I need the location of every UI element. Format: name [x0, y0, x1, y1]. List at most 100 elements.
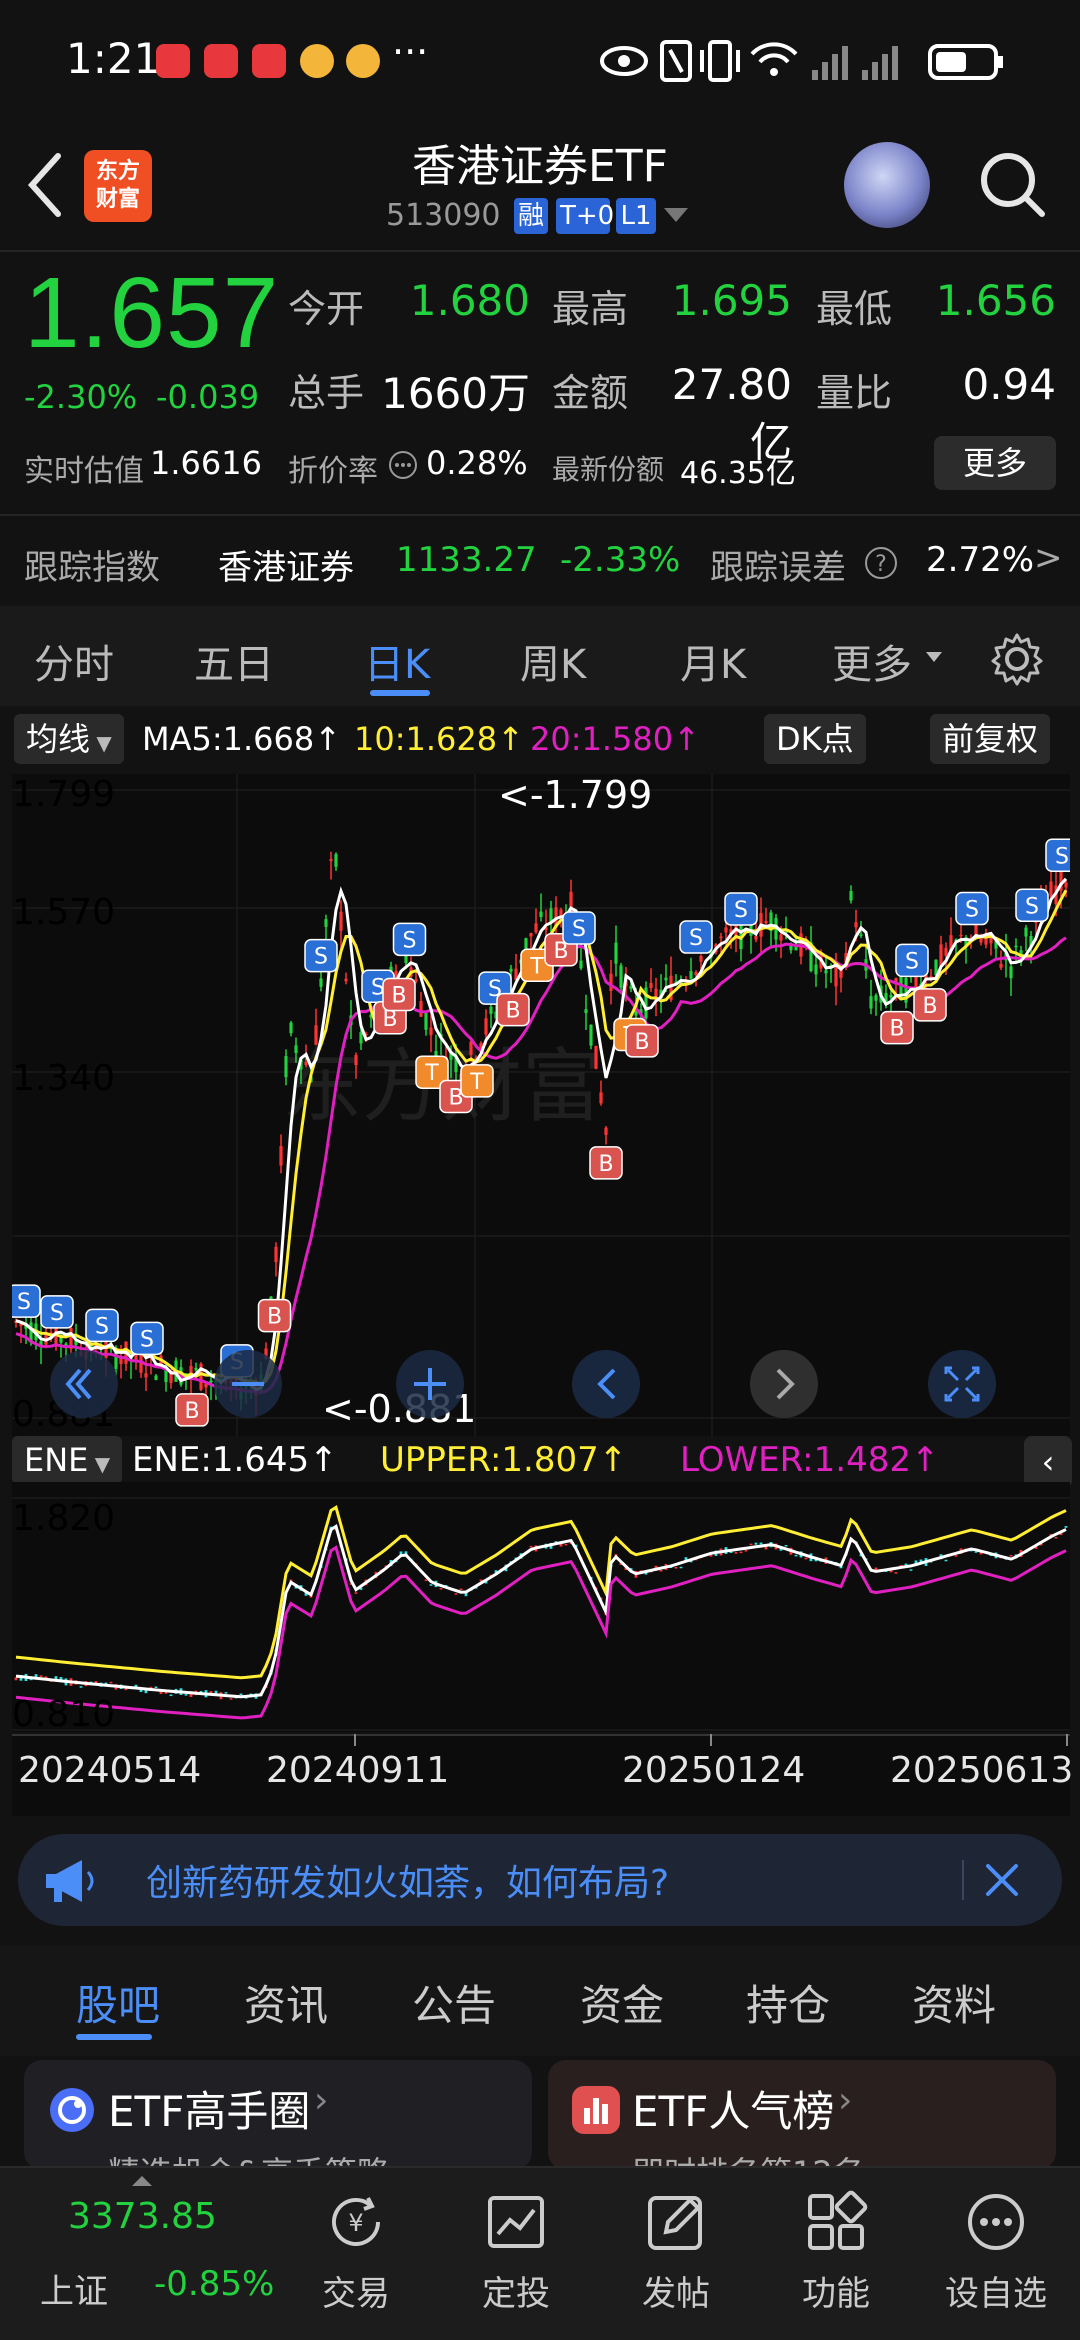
l1-tag: L1 — [616, 198, 656, 234]
tab-forum[interactable]: 股吧 — [76, 1972, 160, 2033]
iopv-value: 1.6616 — [150, 444, 262, 482]
tracking-error-label: 跟踪误差 — [710, 548, 846, 588]
candle-body — [1064, 882, 1068, 888]
ene-candle — [354, 1592, 358, 1594]
tab-more[interactable]: 更多 — [832, 632, 912, 690]
fixed-investment-icon[interactable] — [484, 2190, 548, 2254]
tab-daily-k[interactable]: 日K — [364, 632, 430, 690]
tab-capital-flow[interactable]: 资金 — [580, 1972, 664, 2033]
previous-button[interactable] — [572, 1350, 640, 1418]
tab-holdings[interactable]: 持仓 — [746, 1972, 830, 2033]
svg-text:B: B — [505, 999, 520, 1024]
gear-icon[interactable] — [990, 632, 1044, 686]
fullscreen-button[interactable] — [928, 1350, 996, 1418]
sell-marker: S — [85, 1308, 119, 1343]
vibrate-icon — [700, 40, 740, 82]
tracking-index-row[interactable]: 跟踪指数 香港证券 1133.27 -2.33% 跟踪误差 ? 2.72% > — [0, 520, 1080, 600]
y-axis-label: 0.810 — [12, 1694, 115, 1732]
index-change: -0.85% — [154, 2264, 275, 2304]
zoom-out-button[interactable] — [214, 1350, 282, 1418]
svg-text:S: S — [572, 917, 586, 942]
close-icon[interactable] — [976, 1854, 1028, 1906]
tab-news[interactable]: 资讯 — [244, 1972, 328, 2033]
search-icon[interactable] — [976, 148, 1048, 220]
zoom-in-button[interactable] — [396, 1350, 464, 1418]
tab-announcements[interactable]: 公告 — [412, 1972, 496, 2033]
candle-body — [1014, 945, 1018, 948]
scroll-left-button[interactable] — [50, 1350, 118, 1418]
ene-candle — [659, 1570, 663, 1572]
help-icon[interactable]: ? — [864, 546, 898, 580]
ene-candle — [169, 1694, 173, 1697]
tab-intraday[interactable]: 分时 — [34, 632, 114, 690]
candle-body — [869, 996, 873, 1009]
back-icon[interactable] — [22, 150, 70, 220]
candle-body — [1009, 966, 1013, 979]
banner-text: 创新药研发如火如荼，如何布局? — [146, 1863, 670, 1904]
buy-marker: B — [175, 1393, 209, 1427]
nav-fixed-investment[interactable]: 定投 — [446, 2266, 586, 2315]
chevron-up-icon[interactable] — [132, 2176, 152, 2186]
candle-body — [719, 936, 723, 939]
info-dots-icon[interactable] — [388, 450, 418, 480]
ene-candle — [424, 1579, 428, 1582]
candle-body — [834, 965, 838, 987]
y-axis-label: 1.340 — [12, 1058, 115, 1099]
robot-assistant-avatar[interactable] — [844, 142, 930, 228]
candle-body — [279, 1146, 283, 1166]
tab-monthly-k[interactable]: 月K — [680, 632, 746, 690]
nav-trade[interactable]: 交易 — [286, 2266, 426, 2315]
candle-body — [534, 923, 538, 933]
buy-marker: B — [382, 977, 416, 1012]
ma-selector-label: 均线 — [26, 720, 91, 758]
kline-chart[interactable]: 东方财富 SSSSBSBSSBBSTBTSBTBSBTBSSBSBSSS 1.7… — [12, 774, 1070, 1436]
ene-candle — [229, 1698, 233, 1700]
compose-post-icon[interactable] — [644, 2190, 708, 2254]
trade-icon[interactable]: ¥ — [324, 2190, 388, 2254]
tab-weekly-k[interactable]: 周K — [520, 632, 586, 690]
ene-chart[interactable]: 1.820 0.810 — [12, 1482, 1070, 1732]
etf-popularity-card[interactable]: ETF人气榜 › 即时排名第12名 — [548, 2060, 1056, 2170]
status-time: 1:21 — [66, 34, 161, 83]
news-banner[interactable]: 创新药研发如火如荼，如何布局? — [18, 1834, 1062, 1926]
etf-expert-circle-card[interactable]: ETF高手圈 › 精选机会&高手策略 — [24, 2060, 532, 2170]
sell-marker: S — [304, 938, 338, 973]
candle-body — [344, 978, 348, 982]
logo-line: 财富 — [95, 187, 140, 212]
sell-marker: S — [895, 943, 929, 978]
notification-icon — [252, 44, 286, 78]
svg-text:?: ? — [875, 552, 887, 577]
index-value[interactable]: 3373.85 — [68, 2196, 217, 2237]
buy-marker: B — [880, 1010, 914, 1045]
candle-body — [304, 1062, 308, 1066]
nav-compose[interactable]: 发帖 — [606, 2266, 746, 2315]
ene-candle — [224, 1692, 228, 1694]
chevron-right-icon: > — [1034, 538, 1063, 578]
ranking-chart-icon — [572, 2086, 620, 2134]
tab-profile[interactable]: 资料 — [912, 1972, 996, 2033]
functions-grid-icon[interactable] — [804, 2190, 868, 2254]
ene-selector[interactable]: ENE ▼ — [12, 1436, 123, 1484]
more-button[interactable]: 更多 — [934, 436, 1056, 490]
dk-points-button[interactable]: DK点 — [764, 714, 866, 764]
add-watchlist-icon[interactable] — [964, 2190, 1028, 2254]
sell-marker: S — [1015, 888, 1049, 923]
tracking-index-change: -2.33% — [560, 540, 681, 580]
high-value: 1.695 — [671, 276, 792, 325]
chevron-down-icon[interactable] — [664, 208, 688, 222]
nav-add-watchlist[interactable]: 设自选 — [926, 2266, 1066, 2315]
candle-body — [859, 934, 863, 936]
ene-candle — [1009, 1554, 1013, 1557]
tab-five-day[interactable]: 五日 — [194, 632, 274, 690]
content-tabs: 股吧 资讯 公告 资金 持仓 资料 — [0, 1946, 1080, 2056]
ene-candle — [679, 1566, 683, 1569]
adjust-button[interactable]: 前复权 — [930, 714, 1051, 764]
collapse-panel-icon[interactable]: ‹ — [1024, 1436, 1072, 1488]
ene-candle — [109, 1681, 113, 1684]
candle-body — [724, 927, 728, 933]
battery-icon — [928, 44, 1003, 80]
ma-selector[interactable]: 均线 ▼ — [14, 714, 124, 764]
nav-functions[interactable]: 功能 — [766, 2266, 906, 2315]
candles — [14, 851, 1068, 1416]
next-button[interactable] — [750, 1350, 818, 1418]
